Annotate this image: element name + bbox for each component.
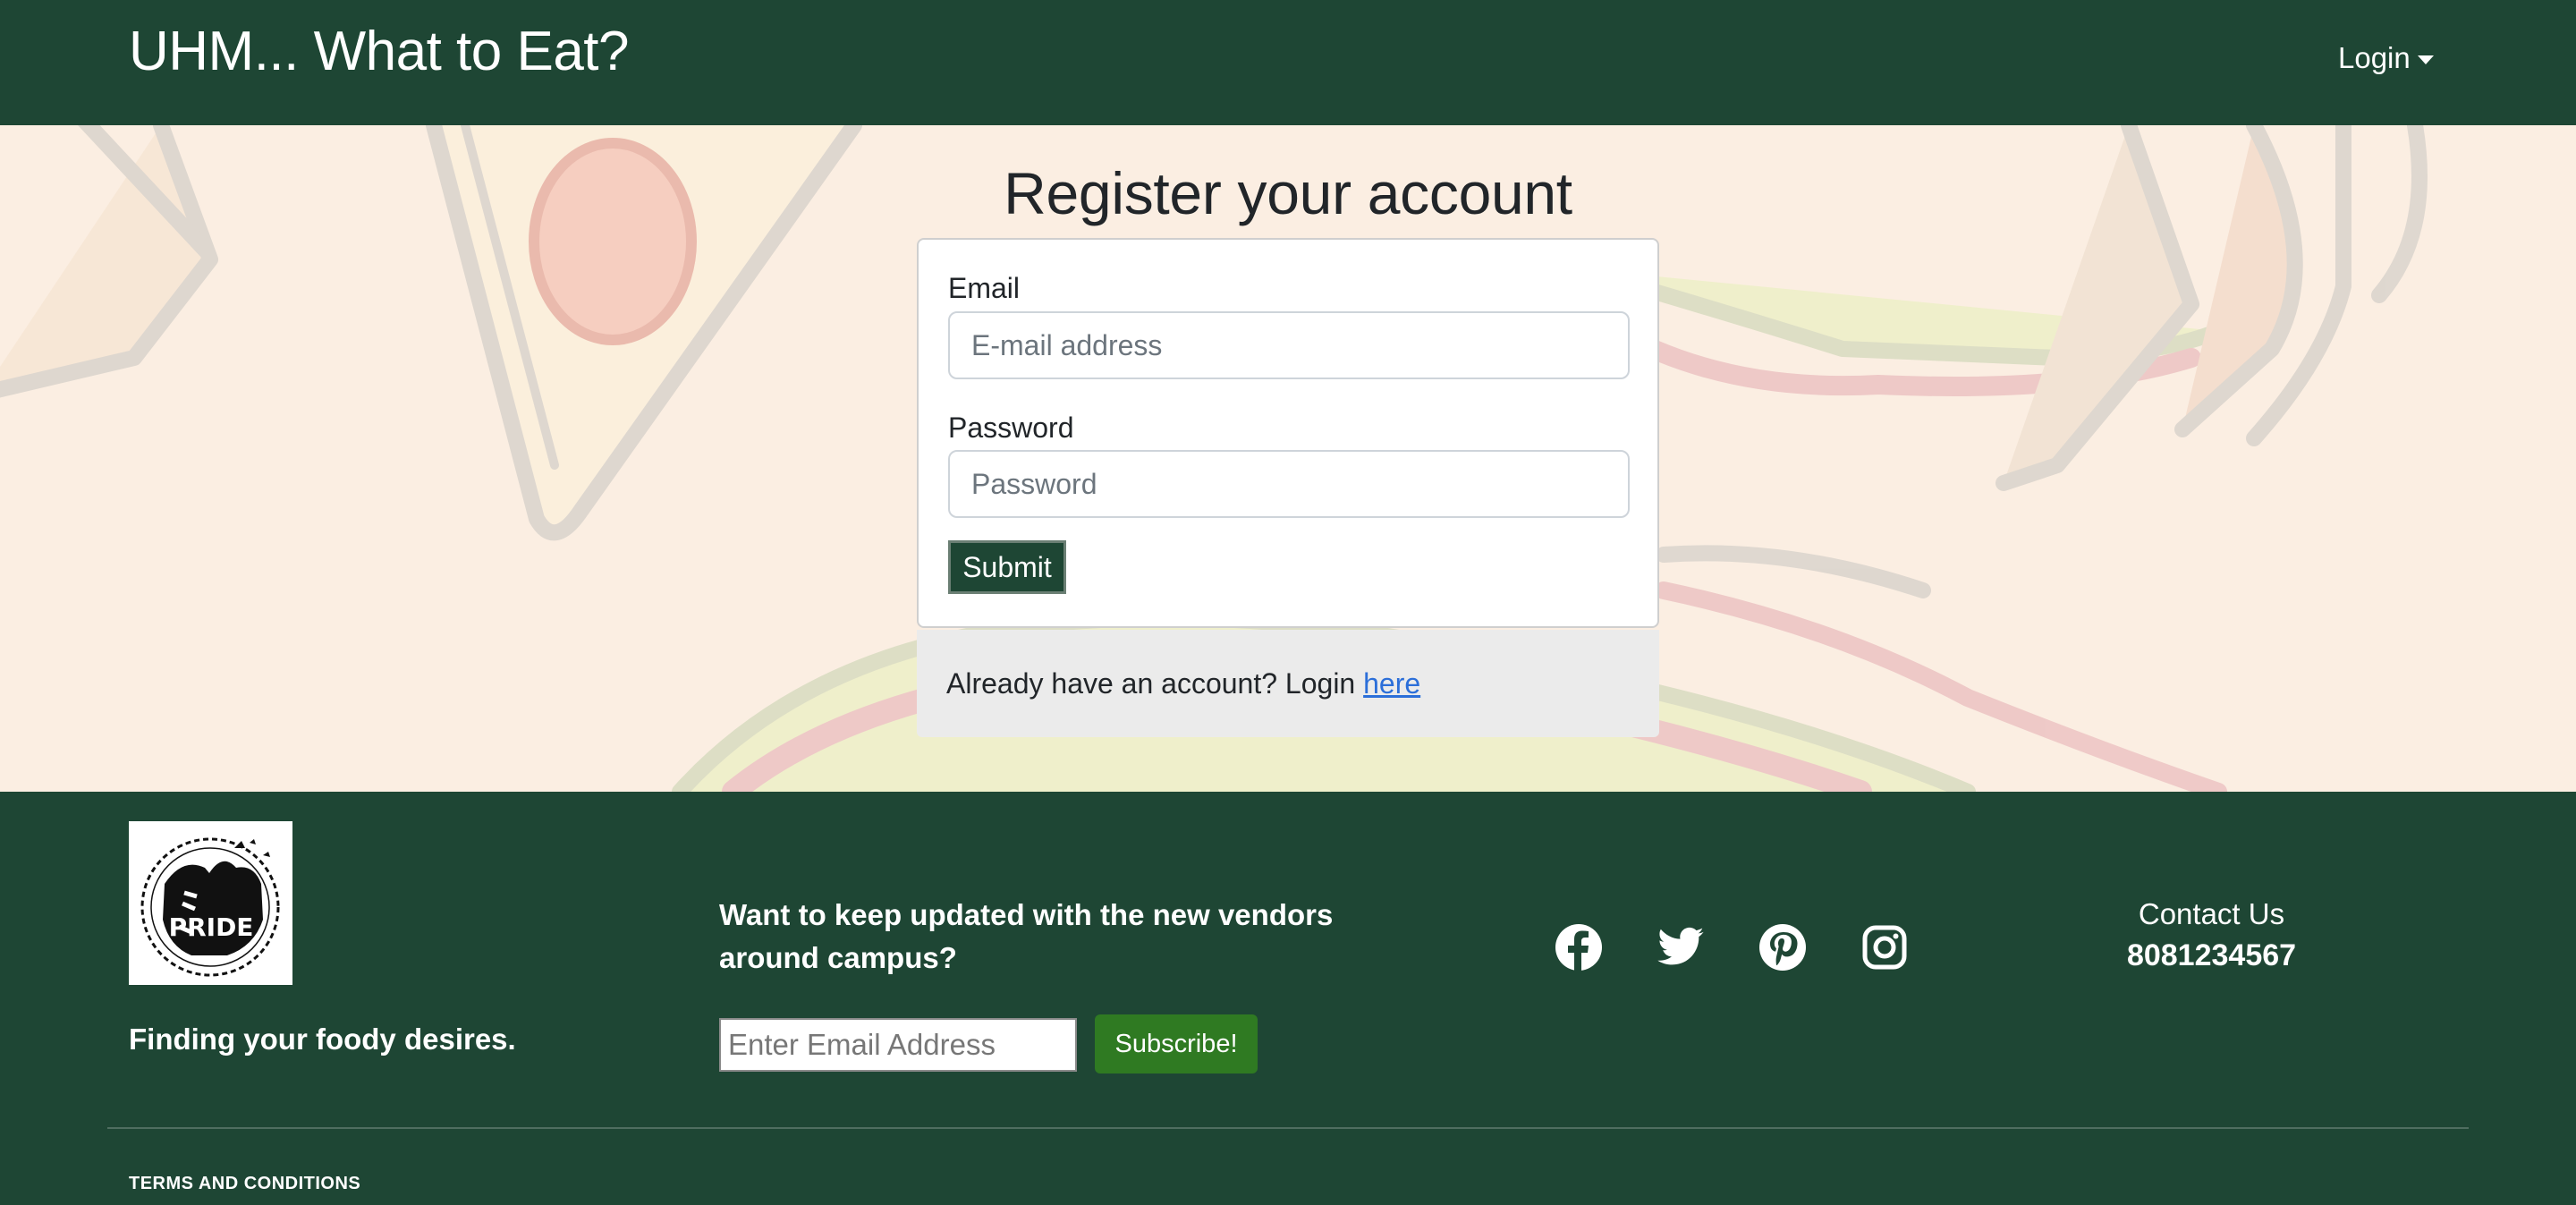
newsletter-title: Want to keep updated with the new vendor… — [719, 898, 1334, 974]
login-dropdown-label: Login — [2338, 41, 2411, 74]
footer-tagline: Finding your foody desires. — [129, 1023, 516, 1056]
password-field[interactable] — [948, 450, 1630, 518]
uh-pride-logo: PRIDE — [129, 821, 292, 985]
email-field[interactable] — [948, 311, 1630, 379]
brand-title[interactable]: UHM... What to Eat? — [129, 20, 630, 83]
login-dropdown[interactable]: Login — [2338, 41, 2434, 75]
instagram-icon[interactable] — [1860, 922, 1910, 972]
already-have-account-text: Already have an account? Login — [946, 667, 1364, 700]
footer-divider — [107, 1127, 2469, 1129]
subscribe-button[interactable]: Subscribe! — [1095, 1014, 1258, 1073]
facebook-icon[interactable] — [1554, 922, 1604, 972]
submit-button[interactable]: Submit — [948, 540, 1066, 594]
newsletter-email-input[interactable] — [719, 1018, 1077, 1072]
login-prompt: Already have an account? Login here — [917, 630, 1659, 737]
caret-down-icon — [2417, 55, 2434, 64]
email-label: Email — [948, 272, 1021, 304]
contact-phone[interactable]: 8081234567 — [2057, 938, 2366, 973]
register-form: Email Password Submit — [917, 238, 1659, 628]
twitter-icon[interactable] — [1656, 922, 1706, 972]
register-section: Register your account Email Password Sub… — [0, 125, 2576, 792]
page-title: Register your account — [1004, 160, 1572, 226]
top-navbar: UHM... What to Eat? Login — [0, 0, 2576, 125]
pinterest-icon[interactable] — [1758, 922, 1808, 972]
shaka-pride-logo-graphic: PRIDE — [140, 837, 280, 977]
login-prompt-text: Already have an account? Login here — [946, 667, 1420, 700]
contact-us-title: Contact Us — [2138, 897, 2285, 930]
login-here-link[interactable]: here — [1363, 667, 1420, 700]
page-footer: PRIDE Finding your foody desires. Want t… — [0, 792, 2576, 1205]
password-label: Password — [948, 412, 1074, 444]
terms-and-conditions-link[interactable]: TERMS AND CONDITIONS — [129, 1174, 360, 1194]
